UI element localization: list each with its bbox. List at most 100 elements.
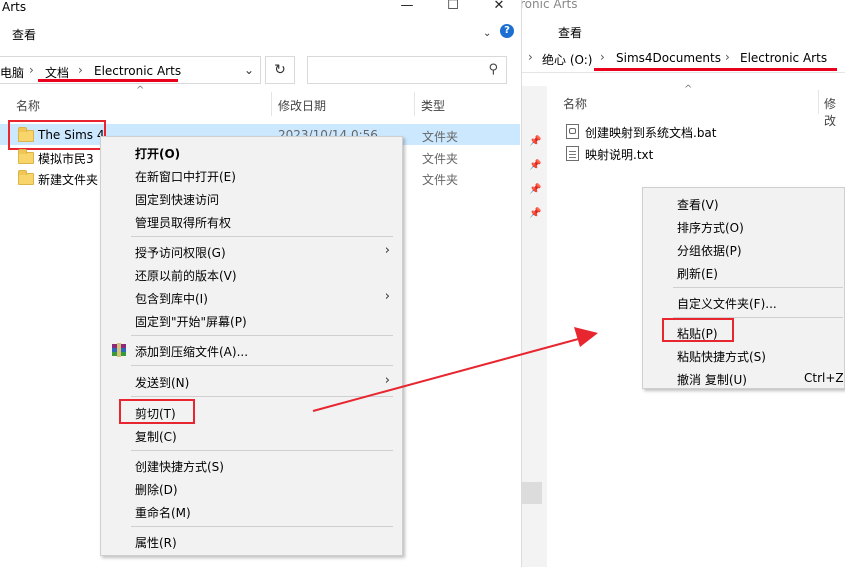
menu-item-restore-versions[interactable]: 还原以前的版本(V)	[101, 263, 402, 286]
pin-icon[interactable]: 📌	[529, 160, 541, 171]
menu-separator	[131, 396, 393, 397]
menu-separator	[131, 450, 393, 451]
menu-item-customize-folder[interactable]: 自定义文件夹(F)...	[643, 291, 845, 314]
menu-item-label: 属性(R)	[135, 536, 177, 550]
sort-ascending-icon: ^	[136, 85, 145, 96]
menu-item-label: 包含到库中(I)	[135, 292, 208, 306]
menu-item-label: 打开(O)	[135, 147, 181, 161]
folder-icon	[18, 149, 34, 164]
file-row-txt[interactable]: 映射说明.txt	[558, 143, 838, 164]
submenu-arrow-icon: ›	[384, 243, 390, 258]
file-type: 文件夹	[422, 173, 459, 187]
column-divider[interactable]	[271, 92, 272, 116]
breadcrumb-separator-icon: ›	[78, 63, 83, 77]
menu-item-pin-quick-access[interactable]: 固定到快速访问	[101, 187, 402, 210]
menu-item-label: 分组依据(P)	[677, 244, 742, 258]
menu-item-delete[interactable]: 删除(D)	[101, 477, 402, 500]
menu-item-paste-shortcut[interactable]: 粘贴快捷方式(S)	[643, 344, 845, 367]
menu-item-group-by[interactable]: 分组依据(P)›	[643, 238, 845, 261]
breadcrumb-sims4documents[interactable]: Sims4Documents	[616, 51, 721, 65]
menu-item-copy[interactable]: 复制(C)	[101, 424, 402, 447]
menu-item-take-ownership[interactable]: 管理员取得所有权	[101, 210, 402, 233]
menu-item-properties[interactable]: 属性(R)	[101, 530, 402, 553]
menu-item-label: 在新窗口中打开(E)	[135, 170, 236, 184]
menu-item-rename[interactable]: 重命名(M)	[101, 500, 402, 523]
ribbon-expand-chevron-icon[interactable]: ⌄	[483, 28, 491, 39]
breadcrumb-separator-icon: ›	[600, 50, 605, 64]
shortcut-text: Ctrl+Z	[804, 371, 844, 385]
menu-item-view[interactable]: 查看(V)›	[643, 192, 845, 215]
background-context-menu: 查看(V)› 排序方式(O)› 分组依据(P)› 刷新(E) 自定义文件夹(F)…	[642, 187, 845, 389]
menu-item-label: 撤消 复制(U)	[677, 373, 747, 387]
menu-item-label: 固定到快速访问	[135, 193, 220, 207]
menu-item-refresh[interactable]: 刷新(E)	[643, 261, 845, 284]
menu-item-add-to-archive[interactable]: 添加到压缩文件(A)...	[101, 339, 402, 362]
breadcrumb-electronic-arts[interactable]: Electronic Arts	[740, 51, 827, 65]
menu-item-open-new-window[interactable]: 在新窗口中打开(E)	[101, 164, 402, 187]
breadcrumb-this-pc[interactable]: 电脑	[0, 64, 24, 81]
bat-file-icon	[566, 124, 579, 139]
column-header-name[interactable]: 名称	[16, 97, 40, 114]
search-icon: ⚲	[488, 62, 498, 77]
ribbon-view-tab[interactable]: 查看	[558, 24, 582, 41]
menu-item-label: 删除(D)	[135, 483, 178, 497]
breadcrumb-separator-icon: ›	[29, 63, 34, 77]
file-name: 新建文件夹	[38, 173, 99, 187]
file-name: 模拟市民3	[38, 152, 94, 166]
pin-icon[interactable]: 📌	[529, 208, 541, 219]
annotation-underline	[594, 68, 837, 71]
menu-item-include-in-library[interactable]: 包含到库中(I) ›	[101, 286, 402, 309]
menu-item-label: 管理员取得所有权	[135, 216, 232, 230]
refresh-icon[interactable]: ↻	[265, 56, 295, 84]
menu-separator	[131, 335, 393, 336]
menu-item-undo-copy[interactable]: 撤消 复制(U) Ctrl+Z	[643, 367, 845, 390]
help-icon[interactable]: ?	[500, 24, 514, 38]
window-title: ronic Arts	[522, 0, 578, 11]
txt-file-icon	[566, 146, 579, 161]
search-input[interactable]: ⚲	[307, 56, 507, 84]
file-row-bat[interactable]: 创建映射到系统文档.bat	[558, 121, 838, 142]
menu-item-label: 自定义文件夹(F)...	[677, 297, 777, 311]
menu-item-create-shortcut[interactable]: 创建快捷方式(S)	[101, 454, 402, 477]
column-header-name[interactable]: 名称	[563, 95, 587, 112]
file-type: 文件夹	[422, 152, 459, 166]
ribbon-view-tab[interactable]: 查看	[12, 26, 36, 43]
annotation-box-cut	[119, 399, 195, 424]
menu-item-label: 添加到压缩文件(A)...	[135, 345, 249, 359]
breadcrumb-electronic-arts[interactable]: Electronic Arts	[94, 64, 181, 78]
file-name: 创建映射到系统文档.bat	[585, 126, 717, 140]
menu-item-label: 粘贴快捷方式(S)	[677, 350, 766, 364]
window-title: Arts	[2, 0, 27, 14]
file-name: 映射说明.txt	[585, 148, 654, 162]
menu-separator	[131, 365, 393, 366]
menu-item-label: 重命名(M)	[135, 506, 191, 520]
column-header-type[interactable]: 类型	[421, 97, 445, 114]
column-divider[interactable]	[414, 92, 415, 116]
column-divider[interactable]	[818, 90, 819, 114]
maximize-icon[interactable]: ☐	[430, 0, 476, 14]
menu-item-label: 发送到(N)	[135, 376, 190, 390]
menu-item-open[interactable]: 打开(O)	[101, 141, 402, 164]
menu-item-label: 固定到"开始"屏幕(P)	[135, 315, 247, 329]
menu-item-sort-by[interactable]: 排序方式(O)›	[643, 215, 845, 238]
scrollbar-thumb[interactable]	[522, 482, 542, 504]
menu-item-pin-to-start[interactable]: 固定到"开始"屏幕(P)	[101, 309, 402, 332]
menu-item-label: 刷新(E)	[677, 267, 718, 281]
submenu-arrow-icon: ›	[384, 373, 390, 388]
breadcrumb-separator-icon: ›	[528, 50, 533, 64]
address-dropdown-chevron-icon[interactable]: ⌄	[244, 63, 254, 77]
pin-icon[interactable]: 📌	[529, 136, 541, 147]
menu-item-label: 复制(C)	[135, 430, 177, 444]
menu-item-send-to[interactable]: 发送到(N) ›	[101, 370, 402, 393]
close-icon[interactable]: ✕	[476, 0, 521, 14]
minimize-icon[interactable]: —	[384, 0, 430, 14]
menu-separator	[673, 287, 843, 288]
submenu-arrow-icon: ›	[384, 289, 390, 304]
menu-item-label: 排序方式(O)	[677, 221, 744, 235]
pin-icon[interactable]: 📌	[529, 184, 541, 195]
annotation-underline	[38, 79, 178, 82]
column-header-date[interactable]: 修改日期	[278, 97, 326, 114]
menu-item-give-access[interactable]: 授予访问权限(G) ›	[101, 240, 402, 263]
breadcrumb-drive[interactable]: 绝心 (O:)	[542, 51, 592, 68]
folder-context-menu: 打开(O) 在新窗口中打开(E) 固定到快速访问 管理员取得所有权 授予访问权限…	[100, 136, 403, 556]
